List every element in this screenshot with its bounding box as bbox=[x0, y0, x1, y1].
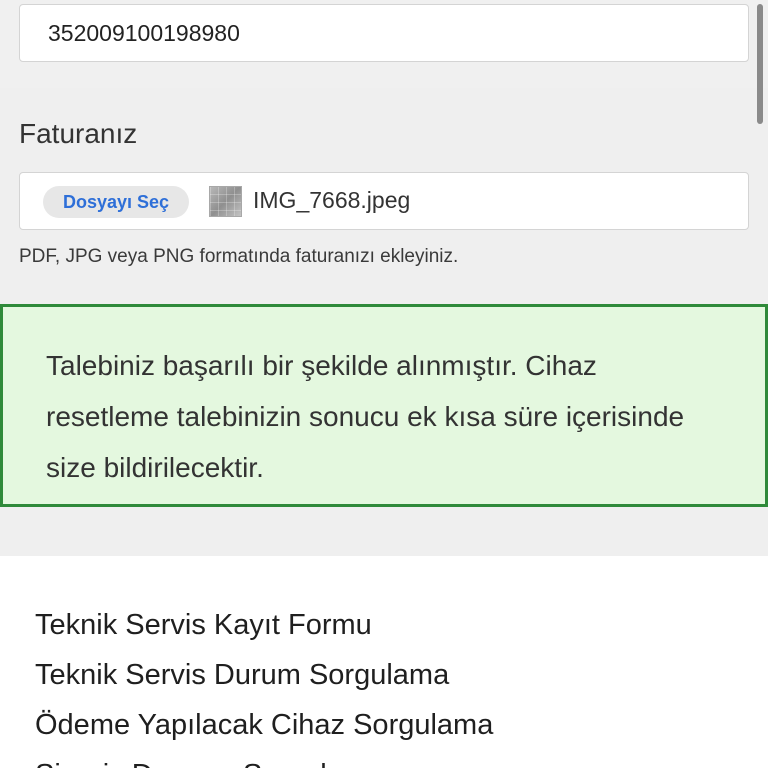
imei-section bbox=[0, 0, 768, 88]
imei-input[interactable] bbox=[19, 4, 749, 62]
footer-link-service-registration-form[interactable]: Teknik Servis Kayıt Formu bbox=[0, 600, 768, 650]
success-alert: Talebiniz başarılı bir şekilde alınmıştı… bbox=[0, 304, 768, 507]
footer-link-payment-device-query[interactable]: Ödeme Yapılacak Cihaz Sorgulama bbox=[0, 700, 768, 750]
success-message-text: Talebiniz başarılı bir şekilde alınmıştı… bbox=[46, 350, 685, 483]
footer-link-service-status-query[interactable]: Teknik Servis Durum Sorgulama bbox=[0, 650, 768, 700]
image-thumbnail-icon bbox=[209, 186, 242, 217]
choose-file-button[interactable]: Dosyayı Seç bbox=[43, 186, 190, 218]
selected-file-name: IMG_7668.jpeg bbox=[253, 187, 411, 213]
scrollbar-thumb[interactable] bbox=[757, 4, 763, 124]
file-upload-field[interactable]: Dosyayı Seç IMG_7668.jpeg bbox=[19, 172, 749, 230]
page: Faturanız Dosyayı Seç IMG_7668.jpeg PDF,… bbox=[0, 0, 768, 768]
file-format-help-text: PDF, JPG veya PNG formatında faturanızı … bbox=[19, 246, 459, 267]
footer-links: Teknik Servis Kayıt Formu Teknik Servis … bbox=[0, 600, 768, 768]
invoice-field-label: Faturanız bbox=[19, 118, 138, 149]
footer-link-order-status-query[interactable]: Sipariş Durumu Sorgulama bbox=[0, 750, 768, 768]
